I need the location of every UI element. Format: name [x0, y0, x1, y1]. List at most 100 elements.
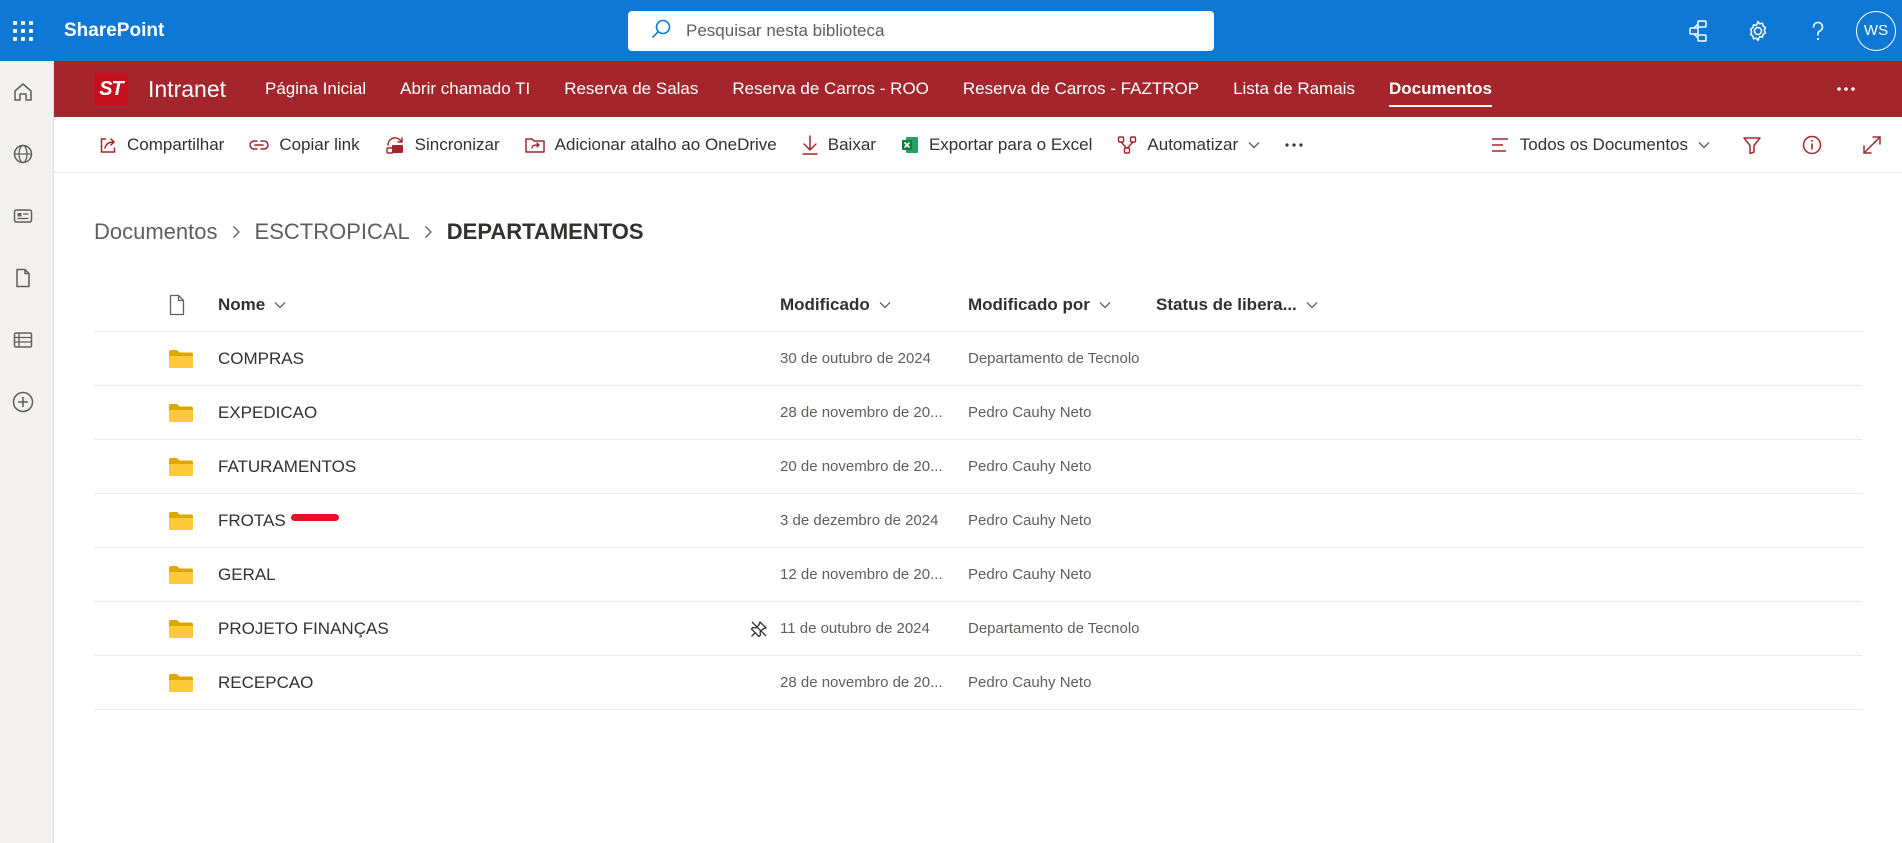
breadcrumb-item-documentos[interactable]: Documentos: [94, 219, 218, 245]
folder-icon: [94, 565, 218, 585]
avatar[interactable]: WS: [1856, 10, 1896, 51]
folder-icon: [94, 673, 218, 693]
folder-icon: [94, 349, 218, 369]
view-selector[interactable]: Todos os Documentos: [1477, 125, 1722, 165]
fullscreen-button[interactable]: [1842, 125, 1902, 165]
folder-icon: [94, 457, 218, 477]
site-logo[interactable]: ST: [94, 73, 128, 105]
export-excel-label: Exportar para o Excel: [928, 134, 1093, 154]
folder-name-text: PROJETO FINANÇAS: [218, 618, 389, 638]
search-input[interactable]: Pesquisar nesta biblioteca: [686, 21, 884, 41]
news-icon: [13, 209, 33, 223]
folder-icon: [94, 511, 218, 531]
rail-files-button[interactable]: [0, 247, 46, 309]
rail-home-button[interactable]: [0, 61, 46, 123]
table-row[interactable]: PROJETO FINANÇAS 11 de outubro de 2024 D…: [94, 602, 1862, 656]
document-icon: [169, 294, 185, 315]
download-button[interactable]: Baixar: [789, 125, 888, 165]
more-icon: [1285, 142, 1303, 147]
table-row[interactable]: COMPRAS 30 de outubro de 2024 Departamen…: [94, 332, 1862, 386]
copy-link-button[interactable]: Copiar link: [236, 125, 371, 165]
rail-lists-button[interactable]: [0, 309, 46, 371]
unpin-icon[interactable]: [750, 620, 768, 638]
sync-button[interactable]: Sincronizar: [372, 125, 512, 165]
column-header-status-label: Status de libera...: [1156, 294, 1297, 314]
share-icon: [98, 135, 118, 155]
folder-name[interactable]: GERAL: [218, 565, 780, 585]
sharepoint-activity-button[interactable]: [1668, 0, 1728, 61]
excel-icon: [900, 135, 920, 155]
folder-name-text: RECEPCAO: [218, 672, 314, 692]
modified-by: Pedro Cauhy Neto: [968, 674, 1092, 691]
folder-name-text: COMPRAS: [218, 348, 304, 368]
nav-link-reserva-de-carros-roo[interactable]: Reserva de Carros - ROO: [715, 61, 946, 117]
rail-sites-button[interactable]: [0, 123, 46, 185]
expand-icon: [1863, 136, 1881, 154]
suite-bar: SharePoint Pesquisar nesta biblioteca WS: [0, 0, 1902, 61]
column-header-status[interactable]: Status de libera...: [1156, 295, 1356, 315]
nav-link-documentos[interactable]: Documentos: [1372, 61, 1509, 117]
breadcrumb-item-esctropical[interactable]: ESCTROPICAL: [255, 219, 410, 245]
more-commands-button[interactable]: [1272, 125, 1316, 165]
nav-link-reserva-de-salas[interactable]: Reserva de Salas: [547, 61, 715, 117]
info-icon: [1802, 135, 1822, 155]
info-button[interactable]: [1782, 125, 1842, 165]
folder-name[interactable]: FATURAMENTOS: [218, 457, 780, 477]
column-header-modified-by-label: Modificado por: [968, 294, 1090, 314]
modified-date: 12 de novembro de 20...: [780, 566, 943, 583]
document-icon: [16, 268, 30, 288]
modified-date: 28 de novembro de 20...: [780, 674, 943, 691]
export-excel-button[interactable]: Exportar para o Excel: [888, 125, 1104, 165]
search-box[interactable]: Pesquisar nesta biblioteca: [628, 11, 1214, 51]
nav-link-reserva-de-carros-faztrop[interactable]: Reserva de Carros - FAZTROP: [946, 61, 1216, 117]
file-type-header[interactable]: [94, 294, 218, 316]
column-header-modified[interactable]: Modificado: [780, 295, 968, 315]
folder-name[interactable]: FROTAS: [218, 511, 780, 531]
folder-name[interactable]: COMPRAS: [218, 349, 780, 369]
nav-link-abrir-chamado-ti[interactable]: Abrir chamado TI: [383, 61, 547, 117]
folder-name[interactable]: PROJETO FINANÇAS: [218, 619, 780, 639]
site-title[interactable]: Intranet: [148, 76, 226, 103]
modified-date: 28 de novembro de 20...: [780, 404, 943, 421]
folder-name[interactable]: RECEPCAO: [218, 673, 780, 693]
chevron-down-icon: [274, 301, 286, 309]
add-shortcut-label: Adicionar atalho ao OneDrive: [554, 134, 777, 154]
rail-create-button[interactable]: [0, 371, 46, 433]
table-row[interactable]: FROTAS 3 de dezembro de 2024 Pedro Cauhy…: [94, 494, 1862, 548]
globe-icon: [13, 144, 33, 164]
table-row[interactable]: GERAL 12 de novembro de 20... Pedro Cauh…: [94, 548, 1862, 602]
chevron-down-icon: [1248, 141, 1260, 149]
add-icon: [12, 391, 34, 413]
table-row[interactable]: EXPEDICAO 28 de novembro de 20... Pedro …: [94, 386, 1862, 440]
shortcut-icon: [524, 135, 546, 155]
automate-label: Automatizar: [1147, 134, 1239, 154]
automate-button[interactable]: Automatizar: [1104, 125, 1272, 165]
share-button[interactable]: Compartilhar: [86, 125, 236, 165]
nav-link-lista-de-ramais[interactable]: Lista de Ramais: [1216, 61, 1372, 117]
more-icon: [1837, 87, 1855, 91]
share-label: Compartilhar: [127, 134, 225, 154]
modified-by: Pedro Cauhy Neto: [968, 458, 1092, 475]
table-row[interactable]: RECEPCAO 28 de novembro de 20... Pedro C…: [94, 656, 1862, 710]
help-button[interactable]: [1788, 0, 1848, 61]
view-options-icon: [1489, 135, 1511, 155]
sync-label: Sincronizar: [414, 134, 500, 154]
nav-link-pagina-inicial[interactable]: Página Inicial: [248, 61, 383, 117]
nav-more-button[interactable]: [1836, 61, 1856, 117]
app-brand[interactable]: SharePoint: [64, 20, 164, 42]
filter-button[interactable]: [1722, 125, 1782, 165]
column-header-name[interactable]: Nome: [218, 295, 780, 315]
waffle-icon: [13, 20, 33, 41]
modified-by: Pedro Cauhy Neto: [968, 512, 1092, 529]
settings-button[interactable]: [1728, 0, 1788, 61]
add-shortcut-onedrive-button[interactable]: Adicionar atalho ao OneDrive: [512, 125, 789, 165]
sync-icon: [384, 134, 406, 156]
app-launcher-button[interactable]: [0, 0, 46, 61]
red-marker-annotation: [290, 514, 339, 521]
download-label: Baixar: [827, 134, 876, 154]
table-row[interactable]: FATURAMENTOS 20 de novembro de 20... Ped…: [94, 440, 1862, 494]
rail-news-button[interactable]: [0, 185, 46, 247]
column-header-modified-by[interactable]: Modificado por: [968, 295, 1156, 315]
folder-name[interactable]: EXPEDICAO: [218, 403, 780, 423]
command-bar: Compartilhar Copiar link Sincronizar Adi…: [54, 117, 1902, 173]
